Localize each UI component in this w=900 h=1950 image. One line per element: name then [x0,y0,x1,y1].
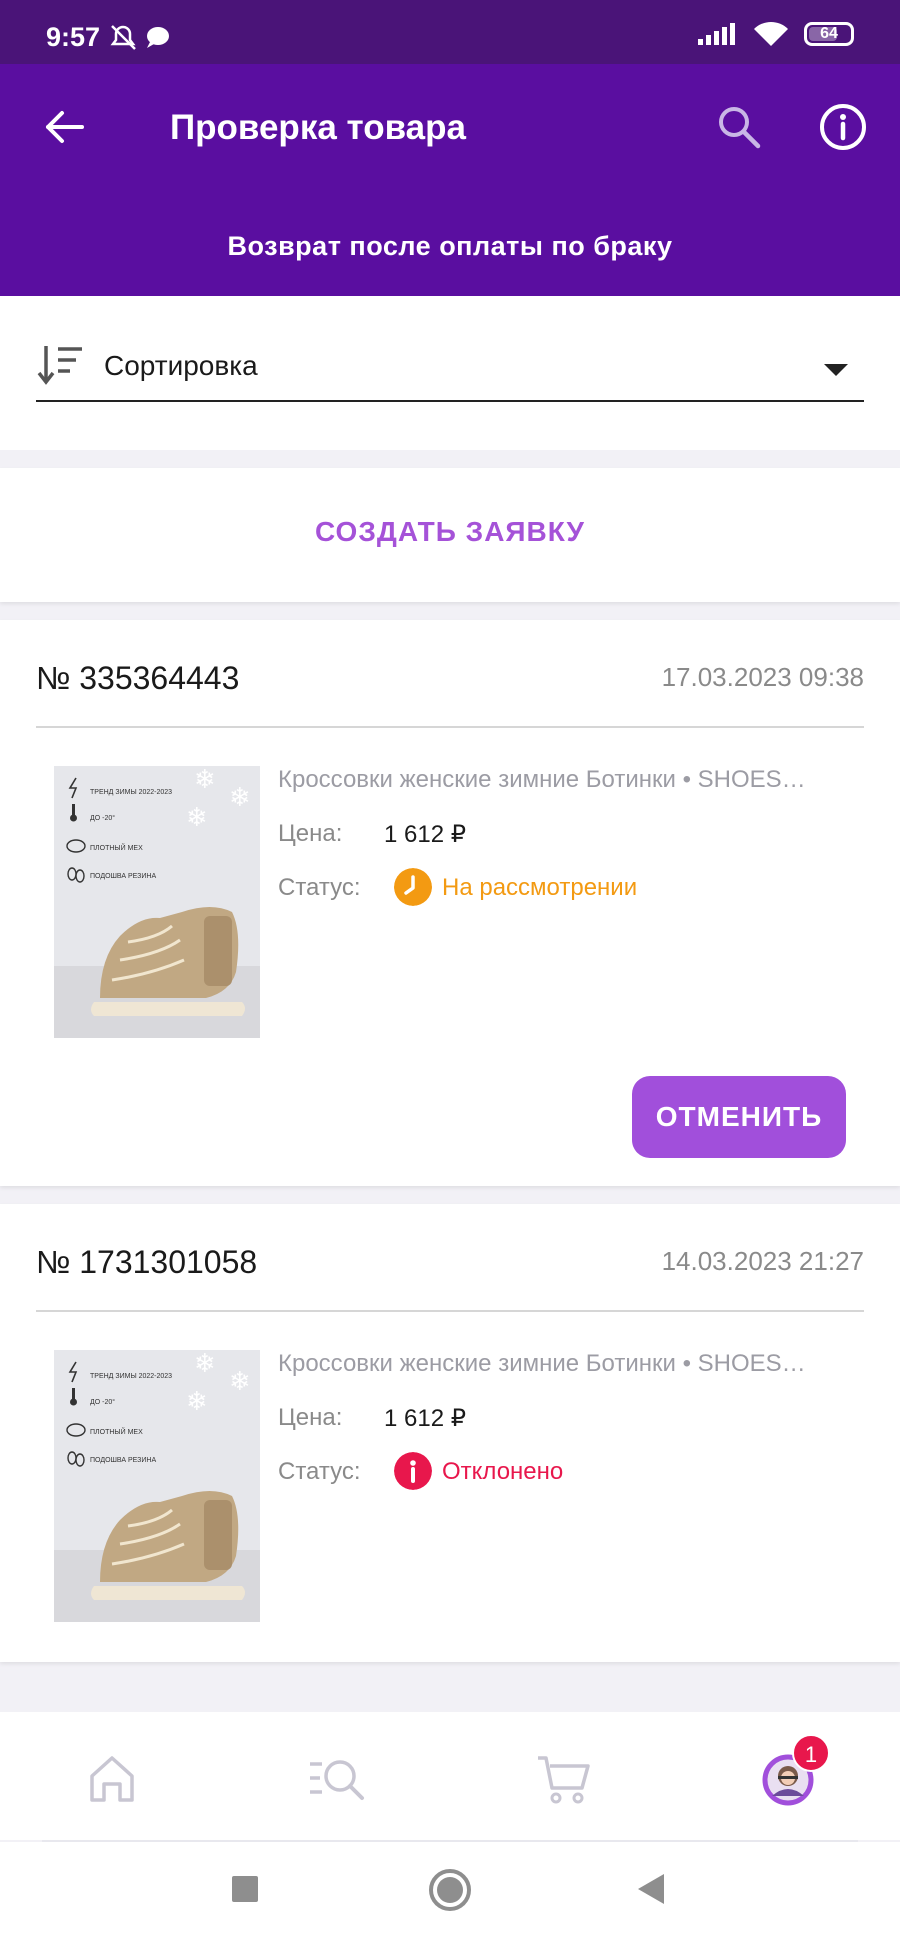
signal-icon [698,23,735,45]
order-date: 17.03.2023 09:38 [661,662,864,692]
sort-dropdown[interactable]: Сортировка [36,336,864,402]
sort-label: Сортировка [104,350,258,381]
sort-icon [37,346,82,385]
status-value: На рассмотрении [442,874,638,901]
svg-text:❄: ❄ [229,1367,251,1397]
image-caption: ПЛОТНЫЙ МЕХ [90,1427,143,1436]
clock-icon [394,868,432,906]
sort-section: Сортировка [0,296,900,450]
wifi-icon [754,21,788,46]
chevron-down-icon [824,364,848,376]
muted-bell-icon [110,25,169,50]
order-number: № 1731301058 [36,1244,258,1280]
price-label: Цена: [278,1404,343,1431]
create-request-section: СОЗДАТЬ ЗАЯВКУ [0,468,900,602]
order-number: № 335364443 [36,660,240,696]
home-icon[interactable] [82,1748,142,1808]
product-name[interactable]: Кроссовки женские зимние Ботинки • SHOES… [278,766,848,794]
bottom-navigation: 1 [0,1712,900,1840]
order-card: № 335364443 17.03.2023 09:38 ТРЕНД ЗИМЫ … [0,620,900,1186]
image-caption: ДО -20° [90,1398,115,1406]
notification-badge: 1 [792,1734,830,1772]
home-button-icon[interactable] [428,1868,472,1912]
order-card: № 1731301058 14.03.2023 21:27 ТРЕНД ЗИМЫ… [0,1204,900,1662]
product-image[interactable]: ТРЕНД ЗИМЫ 2022-2023 ДО -20° ПЛОТНЫЙ МЕХ… [54,1350,260,1622]
status-label: Статус: [278,874,361,901]
product-image[interactable]: ТРЕНД ЗИМЫ 2022-2023 ДО -20° ПЛОТНЫЙ МЕХ… [54,766,260,1038]
status-bar: 9:57 64 [0,0,900,64]
image-caption: ПОДОШВА РЕЗИНА [90,873,156,880]
status-notification-icons [108,22,178,57]
back-triangle-icon[interactable] [636,1872,666,1906]
svg-text:❄: ❄ [194,1350,216,1379]
image-caption: ДО -20° [90,814,115,822]
battery-level: 64 [820,25,838,42]
divider [36,1310,864,1312]
image-caption: ТРЕНД ЗИМЫ 2022-2023 [90,1373,172,1380]
app-header: Проверка товара Возврат после оплаты по … [0,64,900,296]
svg-text:❄: ❄ [194,766,216,795]
catalog-search-icon[interactable] [306,1748,366,1808]
alert-info-icon [394,1452,432,1490]
status-time: 9:57 [46,22,101,52]
status-value: Отклонено [442,1458,564,1485]
system-navigation [0,1842,900,1950]
price-value: 1 612 ₽ [384,1405,466,1432]
image-caption: ПЛОТНЫЙ МЕХ [90,843,143,852]
page-title: Проверка товара [170,108,466,147]
image-caption: ТРЕНД ЗИМЫ 2022-2023 [90,789,172,796]
battery-icon: 64 [804,22,854,46]
product-name[interactable]: Кроссовки женские зимние Ботинки • SHOES… [278,1350,848,1378]
cancel-button[interactable]: ОТМЕНИТЬ [632,1076,846,1158]
price-label: Цена: [278,820,343,847]
svg-text:❄: ❄ [186,1387,208,1417]
price-value: 1 612 ₽ [384,821,466,848]
image-caption: ПОДОШВА РЕЗИНА [90,1457,156,1464]
status-label: Статус: [278,1458,361,1485]
back-arrow-icon[interactable] [38,100,92,154]
svg-text:❄: ❄ [229,783,251,813]
status-right-icons: 64 [696,20,854,48]
search-icon[interactable] [712,100,766,154]
cart-icon[interactable] [534,1748,594,1808]
info-icon[interactable] [816,100,870,154]
create-request-button[interactable]: СОЗДАТЬ ЗАЯВКУ [0,516,900,548]
recent-apps-icon[interactable] [230,1874,260,1904]
page-subtitle: Возврат после оплаты по браку [227,231,673,261]
order-date: 14.03.2023 21:27 [661,1246,864,1276]
svg-text:❄: ❄ [186,803,208,833]
divider [36,726,864,728]
